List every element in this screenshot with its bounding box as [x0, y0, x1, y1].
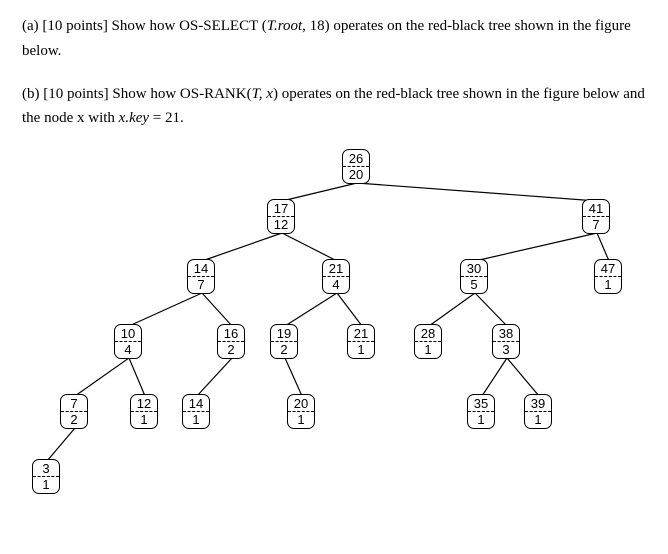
node-key: 28	[415, 325, 441, 342]
page: (a) [10 points] Show how OS-SELECT (T.ro…	[0, 0, 668, 554]
tree-node: 104	[114, 324, 142, 359]
tree-node: 192	[270, 324, 298, 359]
tree-node: 281	[414, 324, 442, 359]
node-key: 21	[348, 325, 374, 342]
qb-text: (b) [10 points] Show how OS-RANK(	[22, 86, 252, 102]
tree-node: 351	[467, 394, 495, 429]
node-size: 5	[461, 277, 487, 293]
node-size: 7	[583, 217, 609, 233]
tree-node: 471	[594, 259, 622, 294]
node-size: 1	[33, 477, 59, 493]
node-key: 12	[131, 395, 157, 412]
tree-node: 383	[492, 324, 520, 359]
node-size: 2	[61, 412, 87, 428]
tree-node: 162	[217, 324, 245, 359]
node-size: 1	[525, 412, 551, 428]
tree-node: 141	[182, 394, 210, 429]
node-size: 1	[468, 412, 494, 428]
node-key: 41	[583, 200, 609, 217]
qb-keyexpr: x.key	[119, 110, 149, 126]
node-size: 7	[188, 277, 214, 293]
node-size: 1	[131, 412, 157, 428]
node-size: 20	[343, 167, 369, 183]
node-size: 2	[218, 342, 244, 358]
node-key: 47	[595, 260, 621, 277]
tree-node: 147	[187, 259, 215, 294]
node-key: 26	[343, 150, 369, 167]
node-key: 21	[323, 260, 349, 277]
node-size: 12	[268, 217, 294, 233]
node-size: 2	[271, 342, 297, 358]
tree-diagram: 2620171241714721430547110416219221128138…	[22, 149, 646, 509]
node-size: 4	[323, 277, 349, 293]
node-key: 7	[61, 395, 87, 412]
tree-node: 211	[347, 324, 375, 359]
node-size: 1	[595, 277, 621, 293]
qb-keyval: = 21.	[149, 110, 184, 126]
tree-node: 305	[460, 259, 488, 294]
tree-node: 72	[60, 394, 88, 429]
qa-tvar: T.root	[267, 18, 302, 34]
question-b: (b) [10 points] Show how OS-RANK(T, x) o…	[22, 82, 646, 132]
question-a: (a) [10 points] Show how OS-SELECT (T.ro…	[22, 14, 646, 64]
tree-node: 121	[130, 394, 158, 429]
node-key: 3	[33, 460, 59, 477]
node-size: 1	[415, 342, 441, 358]
tree-node: 201	[287, 394, 315, 429]
tree-node: 1712	[267, 199, 295, 234]
tree-node: 391	[524, 394, 552, 429]
qb-args: T, x	[252, 86, 273, 102]
tree-node: 214	[322, 259, 350, 294]
node-size: 4	[115, 342, 141, 358]
node-key: 14	[188, 260, 214, 277]
qa-text: (a) [10 points] Show how OS-SELECT (	[22, 18, 267, 34]
node-size: 1	[288, 412, 314, 428]
node-key: 14	[183, 395, 209, 412]
node-size: 1	[348, 342, 374, 358]
node-key: 39	[525, 395, 551, 412]
node-key: 38	[493, 325, 519, 342]
node-size: 3	[493, 342, 519, 358]
node-key: 16	[218, 325, 244, 342]
node-size: 1	[183, 412, 209, 428]
node-key: 10	[115, 325, 141, 342]
node-key: 35	[468, 395, 494, 412]
node-key: 17	[268, 200, 294, 217]
tree-node: 417	[582, 199, 610, 234]
node-key: 20	[288, 395, 314, 412]
tree-node: 31	[32, 459, 60, 494]
tree-node: 2620	[342, 149, 370, 184]
node-key: 30	[461, 260, 487, 277]
node-key: 19	[271, 325, 297, 342]
